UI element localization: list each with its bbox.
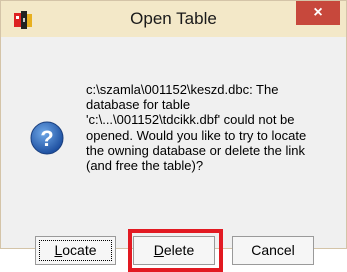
app-icon — [14, 11, 32, 29]
delete-label: elete — [163, 242, 195, 258]
dialog-body: ? c:\szamla\001152\keszd.dbc: The databa… — [7, 37, 340, 272]
open-table-dialog: Open Table × ? c:\szamla\001152\keszd.db… — [0, 0, 347, 272]
message-text: c:\szamla\001152\keszd.dbc: The database… — [86, 82, 307, 174]
cancel-button[interactable]: Cancel — [232, 236, 314, 265]
close-button[interactable]: × — [296, 1, 340, 25]
svg-text:?: ? — [40, 126, 53, 151]
focus-rectangle — [39, 240, 112, 261]
question-icon: ? — [30, 121, 64, 155]
locate-button[interactable]: Locate — [35, 236, 116, 265]
delete-accelerator: D — [153, 242, 164, 258]
delete-button[interactable]: Delete — [133, 236, 215, 265]
window-title: Open Table — [130, 9, 217, 28]
title-bar: Open Table × — [1, 1, 346, 37]
